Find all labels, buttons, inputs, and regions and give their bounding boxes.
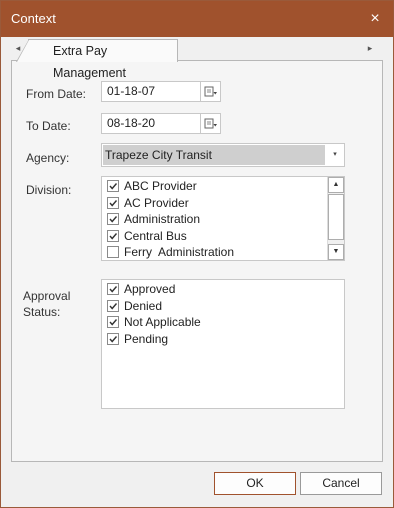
from-date-label: From Date: [26, 87, 87, 101]
list-item[interactable]: Pending [102, 331, 344, 348]
division-checkbox[interactable] [107, 229, 119, 242]
chevron-down-icon[interactable]: ▾ [326, 144, 344, 166]
checkmark-icon [109, 286, 118, 293]
division-checkbox[interactable] [107, 180, 119, 192]
approval-status-checkbox[interactable] [107, 316, 119, 328]
title-bar: Context × [1, 1, 393, 37]
tab-extra-pay-management[interactable]: Extra Pay Management [16, 39, 178, 80]
checkmark-icon [109, 183, 118, 190]
tab-scroll-right-icon[interactable]: ▸ [363, 41, 377, 55]
approval-status-item-label: Pending [124, 331, 169, 346]
ok-button[interactable]: OK [214, 472, 296, 495]
division-item-label: ABC Provider [124, 179, 197, 193]
list-item[interactable]: ABC Provider [102, 178, 344, 195]
division-item-label: Central Bus [124, 228, 187, 243]
close-button[interactable]: × [363, 7, 387, 31]
window-title: Context [11, 11, 56, 26]
list-item[interactable]: AC Provider [102, 195, 344, 212]
scrollbar-thumb[interactable] [328, 194, 344, 240]
to-date-field[interactable]: 08-18-20 [101, 113, 201, 134]
approval-status-list[interactable]: Approved Denied Not Applicable Pending [101, 279, 345, 409]
division-scrollbar[interactable]: ▲ ▼ [327, 177, 344, 260]
checkmark-icon [109, 199, 118, 207]
checkmark-icon [109, 302, 118, 310]
division-list[interactable]: ABC Provider AC Provider Administration Cen… [101, 176, 345, 261]
division-label: Division: [26, 183, 72, 197]
calendar-picker-icon [204, 86, 217, 97]
list-item[interactable]: Denied [102, 298, 344, 315]
division-checkbox[interactable] [107, 196, 119, 209]
approval-status-checkbox[interactable] [107, 283, 119, 295]
list-item[interactable]: Administration [102, 211, 344, 228]
to-date-picker-button[interactable] [201, 113, 221, 134]
agency-selected-value: Trapeze City Transit [103, 145, 325, 165]
approval-status-checkbox[interactable] [107, 332, 119, 345]
list-item[interactable]: Approved [102, 281, 344, 298]
tab-panel: From Date: 01-18-07 To Date: 08-18-20 Ag… [11, 60, 383, 462]
to-date-label: To Date: [26, 119, 71, 133]
division-item-label: AC Provider [124, 195, 189, 210]
approval-status-item-label: Denied [124, 298, 163, 313]
division-items: ABC Provider AC Provider Administration Cen… [102, 177, 344, 260]
calendar-picker-icon [204, 118, 217, 129]
scroll-up-icon[interactable]: ▲ [328, 177, 344, 193]
approval-items: Approved Denied Not Applicable Pending [102, 280, 344, 347]
list-item[interactable]: Not Applicable [102, 314, 344, 331]
approval-status-label-line1: Approval [23, 289, 71, 303]
checkmark-icon [109, 335, 118, 343]
division-item-label: Ferry Administration [124, 245, 235, 259]
approval-status-item-label: Not Applicable [124, 315, 201, 329]
checkmark-icon [109, 232, 118, 240]
checkmark-icon [109, 216, 118, 223]
cancel-button[interactable]: Cancel [300, 472, 382, 495]
checkmark-icon [109, 319, 118, 326]
context-dialog: Context × ◂ Extra Pay Management ▸ From … [0, 0, 394, 508]
list-item[interactable]: Central Bus [102, 228, 344, 245]
approval-status-checkbox[interactable] [107, 299, 119, 312]
division-checkbox[interactable] [107, 213, 119, 225]
from-date-field[interactable]: 01-18-07 [101, 81, 201, 102]
agency-label: Agency: [26, 151, 70, 165]
approval-status-item-label: Approved [124, 282, 176, 296]
tab-strip: ◂ Extra Pay Management ▸ [1, 37, 393, 80]
from-date-picker-button[interactable] [201, 81, 221, 102]
agency-select[interactable]: Trapeze City Transit ▾ [101, 143, 345, 167]
list-item[interactable]: Ferry Administration [102, 244, 344, 260]
approval-status-label-line2: Status: [23, 305, 61, 319]
scroll-down-icon[interactable]: ▼ [328, 244, 344, 260]
division-checkbox[interactable] [107, 246, 119, 258]
division-item-label: Administration [124, 212, 201, 226]
